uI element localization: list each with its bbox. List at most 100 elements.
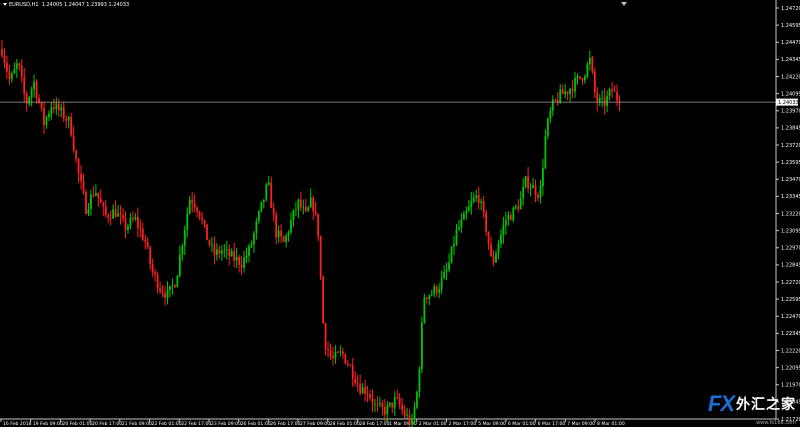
candle-body (270, 182, 273, 208)
candle-body (482, 201, 485, 213)
candle-body (134, 217, 137, 220)
candle-body (349, 364, 352, 366)
chart-window[interactable]: 1.24720 1.24595 1.24470 1.24345 1.24220 1.240… (0, 0, 800, 427)
candle-body (141, 229, 144, 240)
candle-body (369, 394, 371, 399)
candle-body (408, 415, 411, 425)
watermark-cn: 外汇之家 (736, 397, 796, 413)
candle-body (591, 57, 594, 72)
candle-body (60, 107, 63, 111)
candle-body (6, 62, 8, 72)
candle-body (460, 219, 463, 228)
candle-body (327, 349, 329, 351)
candle-body (462, 213, 465, 220)
candle-body (428, 295, 431, 299)
candle-body (262, 199, 265, 202)
candle-body (280, 230, 283, 237)
candle-body (248, 246, 250, 256)
candle-body (99, 198, 102, 204)
candle-body (571, 88, 574, 92)
candle-body (3, 55, 6, 63)
candle-body (124, 218, 127, 230)
candle-body (35, 81, 38, 99)
candle-body (191, 199, 194, 204)
candle-body (334, 352, 337, 359)
candle-body (233, 251, 236, 261)
candle-body (561, 89, 564, 95)
candle-body (139, 227, 142, 230)
candle-body (359, 383, 362, 394)
candle-body (544, 136, 547, 168)
chart-shift-marker-icon[interactable] (621, 2, 627, 6)
candle-body (213, 244, 216, 256)
time-label: 8 Mar 01:00 (597, 421, 625, 427)
candle-body (433, 286, 436, 295)
candle-body (465, 211, 468, 214)
candle-body (421, 322, 423, 370)
candle-body (574, 78, 576, 92)
candle-body (388, 402, 391, 406)
candle-body (329, 350, 332, 357)
candle-body (188, 199, 191, 214)
candle-body (537, 194, 539, 198)
candle-body (70, 116, 73, 136)
candle-body (136, 217, 139, 228)
candle-body (299, 199, 302, 208)
candle-body (40, 102, 43, 108)
candle-body (443, 271, 446, 279)
dropdown-triangle-icon[interactable] (3, 3, 7, 6)
time-label: 19 Feb 09:00 (33, 421, 63, 427)
candle-body (159, 288, 161, 292)
candle-body (208, 240, 211, 245)
candle-body (285, 235, 287, 242)
time-label: 21 Feb 09:00 (122, 421, 152, 427)
candle-body (534, 185, 537, 195)
candle-body (102, 203, 105, 207)
candle-body (566, 91, 569, 95)
candle-body (171, 285, 174, 287)
candle-body (65, 118, 68, 121)
candle-body (238, 256, 241, 265)
time-label: 26 Feb 17:00 (270, 421, 300, 427)
candle-body (470, 201, 473, 207)
candle-body (351, 365, 354, 379)
candle-body (453, 243, 455, 247)
candle-body (309, 197, 312, 208)
time-label: 16 Feb 2018 (3, 421, 32, 427)
candlestick-chart[interactable]: 1.24720 1.24595 1.24470 1.24345 1.24220 1.240… (0, 0, 800, 427)
candle-body (509, 215, 512, 221)
candle-body (240, 264, 243, 268)
candle-body (364, 387, 366, 395)
candle-body (164, 293, 166, 298)
candle-body (344, 354, 347, 364)
time-label: 20 Feb 17:00 (92, 421, 122, 427)
candle-body (396, 397, 399, 399)
candle-body (275, 214, 278, 238)
candle-body (201, 217, 203, 221)
price-label: 1.22345 (781, 331, 800, 337)
candle-body (472, 197, 475, 202)
candle-body (517, 206, 520, 210)
candle-body (386, 405, 389, 415)
candle-body (290, 220, 292, 233)
candle-body (253, 233, 255, 245)
time-label: 20 Feb 01:00 (62, 421, 92, 427)
candle-body (255, 220, 258, 234)
price-label: 1.23095 (781, 228, 800, 234)
candle-body (20, 65, 23, 77)
candle-body (203, 220, 206, 225)
candle-body (304, 207, 307, 211)
candle-body (337, 352, 339, 353)
watermark-logo: FX 外汇之家 (708, 391, 796, 417)
candle-body (174, 285, 176, 288)
candle-body (1, 49, 3, 56)
candle-body (403, 409, 406, 416)
candle-body (178, 254, 181, 276)
candle-body (411, 418, 413, 425)
candle-body (500, 234, 502, 244)
candle-body (23, 76, 26, 94)
candle-body (196, 207, 199, 212)
candle-body (302, 207, 305, 208)
candle-body (346, 363, 349, 365)
candle-body (13, 68, 16, 74)
